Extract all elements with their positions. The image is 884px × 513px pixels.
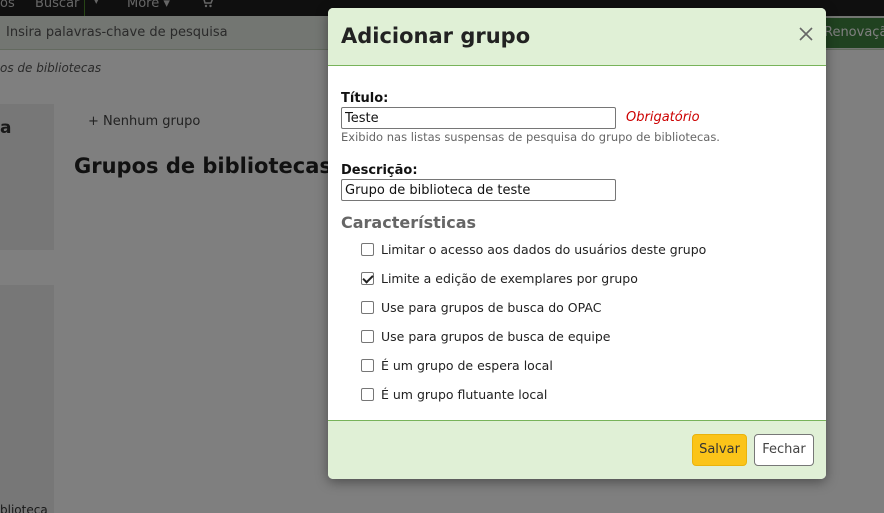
title-label: Título: — [341, 91, 389, 106]
feature-label[interactable]: Limite a edição de exemplares por grupo — [381, 271, 638, 286]
feature-label[interactable]: Limitar o acesso aos dados do usuários d… — [381, 242, 706, 257]
close-icon[interactable] — [796, 24, 816, 44]
description-label: Descrição: — [341, 163, 418, 178]
feature-label[interactable]: Use para grupos de busca de equipe — [381, 329, 610, 344]
title-hint: Exibido nas listas suspensas de pesquisa… — [341, 130, 720, 144]
feature-checkbox[interactable] — [361, 272, 374, 285]
title-input[interactable] — [341, 107, 616, 129]
close-button[interactable]: Fechar — [754, 434, 814, 466]
save-button[interactable]: Salvar — [692, 434, 747, 466]
feature-checkbox[interactable] — [361, 388, 374, 401]
modal-title: Adicionar grupo — [341, 24, 531, 48]
feature-checkbox[interactable] — [361, 301, 374, 314]
description-input[interactable] — [341, 179, 616, 201]
add-group-modal: Adicionar grupo Título: Obrigatório Exib… — [328, 8, 826, 479]
required-indicator: Obrigatório — [626, 110, 700, 125]
feature-checkbox[interactable] — [361, 330, 374, 343]
features-heading: Características — [341, 213, 477, 232]
modal-header: Adicionar grupo — [328, 8, 826, 66]
modal-body: Título: Obrigatório Exibido nas listas s… — [328, 66, 826, 420]
feature-checkbox[interactable] — [361, 359, 374, 372]
feature-label[interactable]: É um grupo de espera local — [381, 358, 553, 373]
feature-label[interactable]: É um grupo flutuante local — [381, 387, 547, 402]
modal-footer: Salvar Fechar — [328, 420, 826, 479]
feature-checkbox[interactable] — [361, 243, 374, 256]
feature-label[interactable]: Use para grupos de busca do OPAC — [381, 300, 601, 315]
